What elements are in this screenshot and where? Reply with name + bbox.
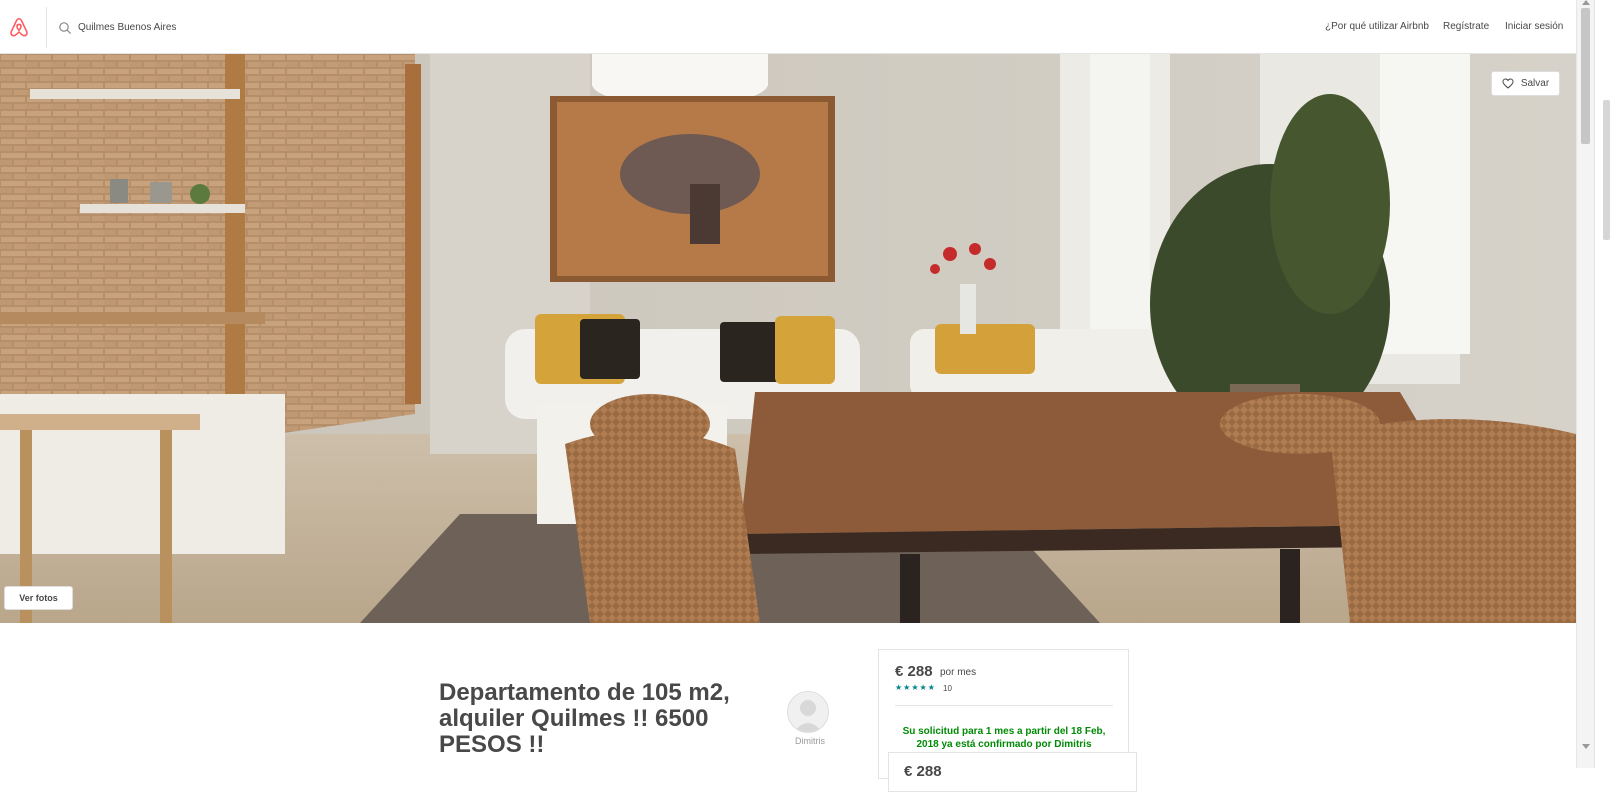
living-room-photo [0, 54, 1576, 623]
review-count[interactable]: 10 [943, 684, 952, 693]
listing-hero-photo[interactable] [0, 54, 1576, 623]
scroll-down-arrow-icon[interactable] [1582, 744, 1590, 749]
search-input[interactable] [78, 18, 398, 36]
side-panel-scrollbar[interactable] [1603, 100, 1610, 240]
sticky-price-amount: € 288 [904, 763, 942, 780]
scrollbar-thumb[interactable] [1581, 8, 1590, 144]
view-photos-button[interactable]: Ver fotos [4, 586, 73, 610]
nav-register-link[interactable]: Regístrate [1443, 21, 1489, 32]
header-divider [46, 7, 47, 48]
card-divider [895, 705, 1113, 706]
nav-login-link[interactable]: Iniciar sesión [1505, 21, 1563, 32]
view-photos-label: Ver fotos [19, 593, 58, 603]
price-amount: € 288 [895, 663, 933, 680]
star-rating: ★★★★★ [895, 683, 936, 692]
host-avatar[interactable] [787, 691, 829, 733]
page-scrollbar[interactable] [1576, 0, 1594, 768]
scroll-up-arrow-icon[interactable] [1582, 0, 1590, 5]
confirmation-message: Su solicitud para 1 mes a partir del 18 … [902, 726, 1106, 750]
price-unit: por mes [940, 667, 977, 678]
user-placeholder-icon [788, 692, 828, 732]
top-navigation-bar: ¿Por qué utilizar Airbnb Regístrate Inic… [0, 0, 1576, 54]
save-listing-button[interactable]: Salvar [1491, 71, 1560, 96]
heart-icon [1502, 78, 1514, 89]
side-panel-edge [1594, 0, 1616, 768]
search-icon [59, 22, 72, 35]
airbnb-logo-icon[interactable] [8, 16, 30, 38]
nav-why-airbnb-link[interactable]: ¿Por qué utilizar Airbnb [1325, 21, 1429, 32]
sticky-booking-card: € 288 [888, 752, 1137, 792]
host-name[interactable]: Dimitris [790, 736, 830, 746]
listing-title: Departamento de 105 m2, alquiler Quilmes… [439, 679, 730, 758]
save-button-label: Salvar [1520, 78, 1550, 89]
